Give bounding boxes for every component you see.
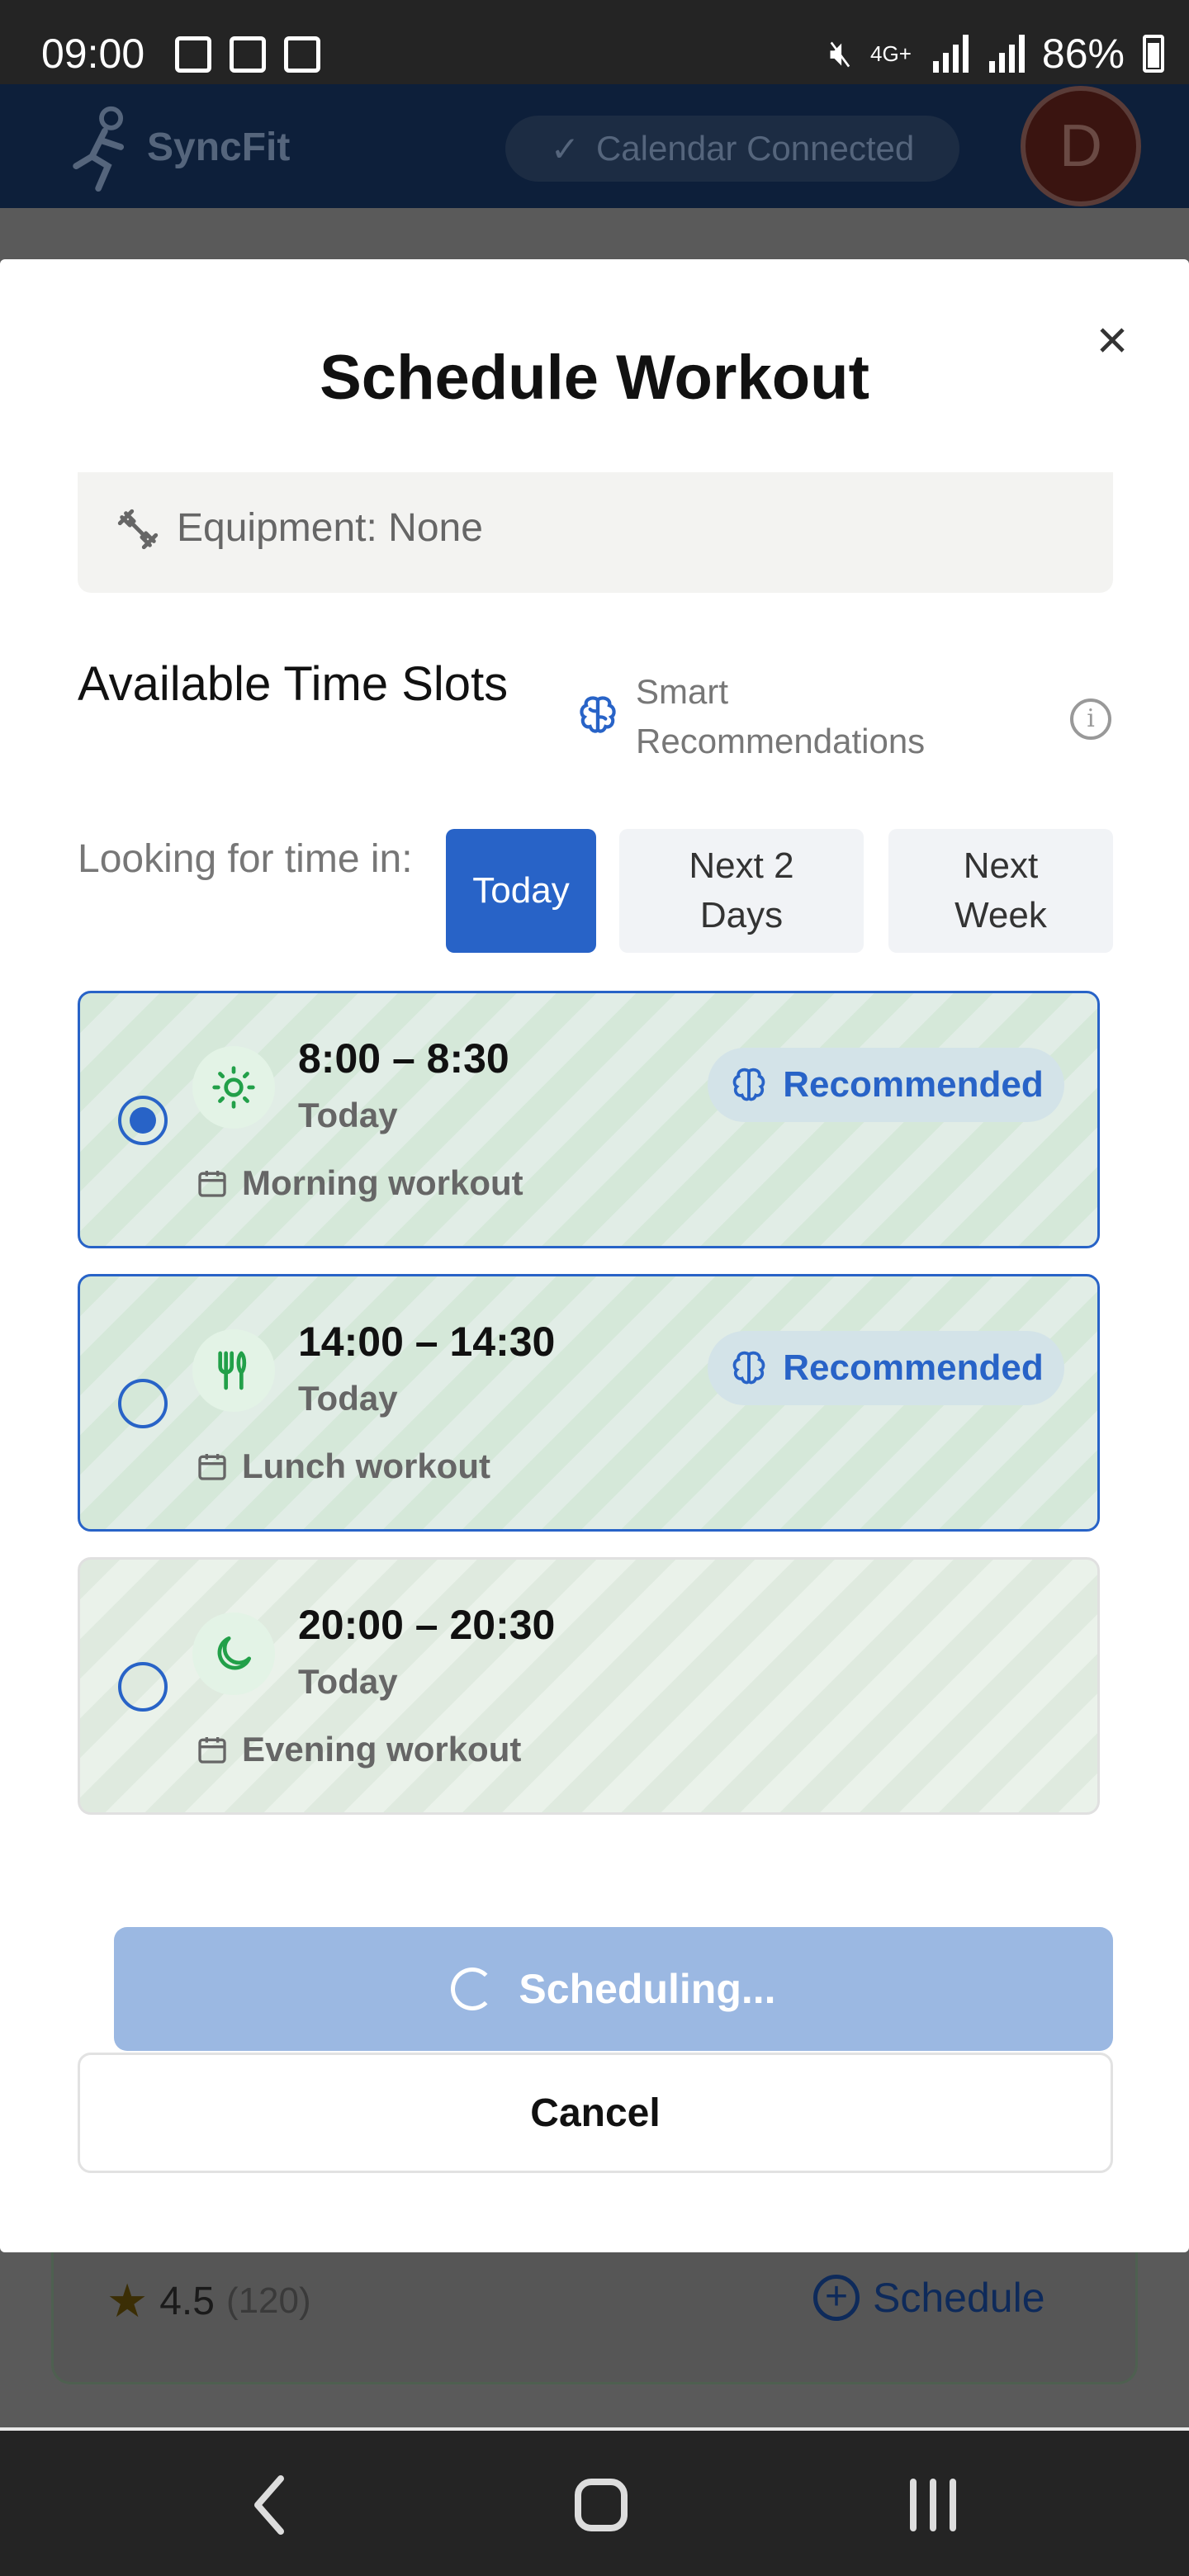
back-icon[interactable]	[221, 2455, 320, 2555]
time-slot-lunch[interactable]: 14:00 – 14:30 Today Lunch workout Recomm…	[78, 1274, 1100, 1532]
notification-icons	[175, 36, 320, 73]
avatar[interactable]: D	[1021, 86, 1141, 206]
brain-icon	[580, 696, 616, 733]
navigation-bar	[0, 2427, 1189, 2576]
range-next-week-button[interactable]: Next Week	[888, 829, 1113, 953]
plus-circle-icon: +	[813, 2275, 860, 2321]
runner-icon	[73, 106, 124, 192]
slot-label: Evening workout	[196, 1730, 521, 1769]
modal-title: Schedule Workout	[320, 343, 869, 413]
schedule-workout-modal: × Schedule Workout Equipment: None Avail…	[0, 259, 1189, 2252]
status-right: 🔇︎ 4G+ 86%	[829, 30, 1164, 78]
recommended-label: Recommended	[783, 1064, 1044, 1105]
status-time: 09:00	[41, 31, 145, 77]
calendar-icon	[198, 1171, 226, 1197]
slot-time: 20:00 – 20:30	[298, 1602, 556, 1648]
network-label: 4G+	[870, 40, 912, 66]
signal-icon	[986, 35, 1025, 73]
calendar-icon	[198, 1454, 226, 1480]
voicemail-icon	[230, 36, 266, 73]
looking-for-label: Looking for time in:	[78, 837, 413, 881]
calendar-status-badge: ✓ Calendar Connected	[505, 116, 959, 182]
time-slot-evening[interactable]: 20:00 – 20:30 Today Evening workout	[78, 1557, 1100, 1815]
recommended-badge: Recommended	[708, 1048, 1064, 1122]
slot-icon-bg	[192, 1612, 275, 1695]
info-icon[interactable]: i	[1070, 698, 1111, 740]
dumbbell-icon	[117, 509, 159, 550]
recommended-label: Recommended	[783, 1347, 1044, 1388]
time-slot-morning[interactable]: 8:00 – 8:30 Today Morning workout Recomm…	[78, 991, 1100, 1248]
app-header: SyncFit ✓ Calendar Connected D	[0, 84, 1189, 208]
backdrop[interactable]	[0, 208, 1189, 259]
background-schedule-label: Schedule	[873, 2275, 1045, 2321]
slot-icon-bg	[192, 1046, 275, 1129]
check-icon: ✓	[550, 129, 580, 168]
scheduling-button[interactable]: Scheduling...	[114, 1927, 1113, 2051]
slot-label-text: Evening workout	[242, 1730, 522, 1769]
app-logo: SyncFit	[69, 102, 290, 192]
slot-time: 14:00 – 14:30	[298, 1319, 556, 1365]
spinner-icon	[451, 1968, 495, 2010]
cancel-button[interactable]: Cancel	[78, 2053, 1113, 2173]
section-title: Available Time Slots	[78, 657, 509, 711]
utensils-icon	[218, 1351, 247, 1390]
calendar-icon	[198, 1737, 226, 1764]
scheduling-label: Scheduling...	[519, 1966, 776, 2012]
star-icon: ★	[107, 2275, 149, 2327]
rating-value: 4.5	[159, 2279, 215, 2323]
brain-icon	[732, 1351, 765, 1385]
slot-day: Today	[298, 1096, 398, 1134]
home-icon[interactable]	[552, 2455, 651, 2555]
slot-label-text: Lunch workout	[242, 1447, 490, 1485]
recommended-badge: Recommended	[708, 1331, 1064, 1405]
rating: ★ 4.5 (120)	[107, 2274, 311, 2328]
brand-name: SyncFit	[147, 125, 291, 169]
smart-recommendations: Smart Recommendations	[575, 667, 983, 766]
slot-label: Lunch workout	[196, 1447, 490, 1486]
gallery-icon	[175, 36, 211, 73]
slot-radio[interactable]	[118, 1662, 168, 1712]
range-next-2-days-button[interactable]: Next 2 Days	[619, 829, 864, 953]
slot-radio[interactable]	[118, 1096, 168, 1145]
calendar-status-label: Calendar Connected	[595, 129, 915, 168]
slot-icon-bg	[192, 1329, 275, 1412]
background-workout-card: ★ 4.5 (120) + Schedule	[51, 2252, 1138, 2384]
range-today-button[interactable]: Today	[446, 829, 596, 953]
recents-icon[interactable]	[883, 2455, 983, 2555]
slot-day: Today	[298, 1379, 398, 1418]
status-bar: 09:00 🔇︎ 4G+ 86%	[0, 0, 1189, 84]
workout-details-box: Equipment: None	[78, 472, 1113, 593]
sun-icon	[212, 1066, 255, 1109]
battery-level: 86%	[1041, 31, 1125, 77]
slot-day: Today	[298, 1662, 398, 1701]
background-schedule-button[interactable]: + Schedule	[813, 2274, 1045, 2322]
voicemail-icon	[284, 36, 320, 73]
slot-radio[interactable]	[118, 1379, 168, 1428]
signal-icon	[930, 35, 969, 73]
slot-label-text: Morning workout	[242, 1163, 523, 1202]
slot-time: 8:00 – 8:30	[298, 1035, 509, 1082]
mute-icon: 🔇︎	[829, 33, 853, 73]
rating-count: (120)	[225, 2280, 311, 2321]
equipment-label: Equipment: None	[177, 506, 483, 550]
battery-icon	[1143, 35, 1164, 73]
moon-icon	[217, 1636, 251, 1670]
slot-label: Morning workout	[196, 1163, 523, 1203]
brain-icon	[732, 1068, 765, 1101]
smart-recommendations-label: Smart Recommendations	[636, 672, 926, 760]
